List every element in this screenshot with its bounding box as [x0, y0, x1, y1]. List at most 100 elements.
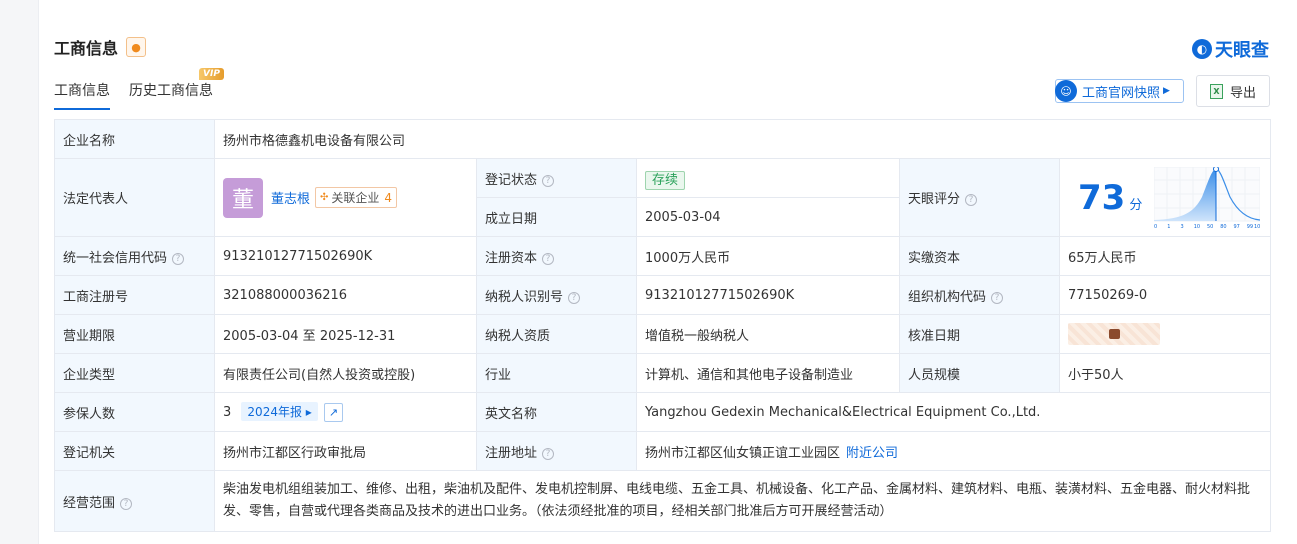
reg-status-key: 登记状态?: [476, 158, 637, 198]
key-label: 登记状态: [485, 172, 538, 188]
table-row: 经营范围? 柴油发电机组组装加工、维修、出租，柴油机及配件、发电机控制屏、电线电…: [54, 470, 1272, 532]
help-icon[interactable]: ?: [542, 447, 555, 460]
bell-icon[interactable]: ●: [126, 37, 147, 57]
score-unit: 分: [1129, 198, 1143, 213]
assoc-count: 4: [384, 190, 393, 205]
insured-value: 3 2024年报 ▸ ↗: [214, 392, 477, 432]
tick-label: 3: [1181, 224, 1184, 229]
snapshot-label: 工商官网快照: [1082, 85, 1161, 101]
industry-value: 计算机、通信和其他电子设备制造业: [636, 353, 900, 393]
key-label: 注册地址: [485, 445, 538, 461]
legal-rep-name-link[interactable]: 董志根: [271, 188, 310, 207]
table-row: 登记机关 扬州市江都区行政审批局 注册地址? 扬州市江都区仙女镇正谊工业园区 附近…: [54, 431, 1272, 471]
key-label: 天眼评分: [908, 192, 961, 207]
business-info-table: 企业名称 扬州市格德鑫机电设备有限公司 法定代表人 董 董志根 ✣ 关联企业 4…: [54, 119, 1272, 532]
company-type-key: 企业类型: [54, 353, 215, 393]
score-value: 73 分 0 1 3 10 50 80 97 99100: [1058, 158, 1272, 237]
brand-name: 天眼查: [1215, 40, 1269, 61]
tick-label: 100: [1254, 224, 1260, 229]
tick-label: 99: [1247, 224, 1253, 229]
help-icon[interactable]: ?: [120, 497, 133, 510]
key-label: 统一社会信用代码: [63, 250, 168, 266]
lock-icon: [1108, 329, 1120, 339]
score-marker: [1213, 166, 1220, 172]
nearby-companies-link[interactable]: 附近公司: [846, 446, 898, 461]
export-button[interactable]: X 导出: [1196, 75, 1270, 107]
excel-icon: X: [1209, 83, 1223, 99]
tax-qual-value: 增值税一般纳税人: [636, 314, 900, 354]
reg-no-key: 工商注册号: [54, 275, 215, 315]
vip-badge: VIP: [199, 68, 224, 80]
table-row: 企业名称 扬州市格德鑫机电设备有限公司: [54, 119, 1272, 159]
trend-chart-icon[interactable]: ↗: [323, 403, 343, 422]
caret-right-icon: ▶: [1163, 86, 1170, 96]
reg-status-value: 存续: [636, 158, 900, 198]
staff-size-key: 人员规模: [899, 353, 1060, 393]
score-number: 73: [1078, 177, 1126, 218]
tab-label: 工商信息: [54, 83, 110, 99]
english-name-value: Yangzhou Gedexin Mechanical&Electrical E…: [635, 392, 1272, 432]
insured-count: 3: [223, 405, 232, 420]
industry-key: 行业: [476, 353, 637, 393]
key-label: 组织机构代码: [908, 289, 987, 305]
link-icon: ✣: [320, 192, 329, 203]
annual-report-link[interactable]: 2024年报 ▸: [241, 402, 318, 421]
user-icon: ☺: [1055, 80, 1077, 102]
authority-value: 扬州市江都区行政审批局: [214, 431, 477, 471]
table-row: 参保人数 3 2024年报 ▸ ↗ 英文名称 Yangzhou Gedexin …: [54, 392, 1272, 432]
org-code-key: 组织机构代码?: [899, 275, 1060, 315]
official-snapshot-button[interactable]: ☺ 工商官网快照 ▶: [1055, 79, 1184, 103]
tick-labels: 0 1 3 10 50 80 97 99100: [1154, 224, 1260, 229]
approve-date-key: 核准日期: [899, 314, 1060, 354]
help-icon[interactable]: ?: [991, 291, 1004, 304]
table-row: 法定代表人 董 董志根 ✣ 关联企业 4 登记状态? 存续 天眼评分? 73 分…: [54, 158, 1272, 237]
eye-icon: ◐: [1192, 39, 1212, 59]
scope-key: 经营范围?: [54, 470, 215, 532]
help-icon[interactable]: ?: [965, 194, 978, 206]
tax-qual-key: 纳税人资质: [476, 314, 637, 354]
staff-size-value: 小于50人: [1058, 353, 1272, 393]
authority-key: 登记机关: [54, 431, 215, 471]
term-key: 营业期限: [54, 314, 215, 354]
score-key: 天眼评分?: [899, 158, 1060, 237]
help-icon[interactable]: ?: [542, 174, 555, 187]
locked-value[interactable]: [1068, 323, 1160, 345]
tab-bar: 工商信息 历史工商信息 VIP: [54, 68, 232, 110]
table-row: 企业类型 有限责任公司(自然人投资或控股) 行业 计算机、通信和其他电子设备制造…: [54, 353, 1272, 393]
key-label: 纳税人识别号: [485, 289, 564, 305]
help-icon[interactable]: ?: [568, 291, 581, 304]
related-companies-badge[interactable]: ✣ 关联企业 4: [315, 187, 398, 208]
tick-label: 50: [1207, 224, 1213, 229]
tab-label: 历史工商信息: [129, 83, 213, 99]
help-icon[interactable]: ?: [172, 252, 185, 265]
reg-no-value: 321088000036216: [214, 275, 477, 315]
address-value: 扬州市江都区仙女镇正谊工业园区 附近公司: [635, 431, 1272, 471]
tab-history-info[interactable]: 历史工商信息 VIP: [129, 68, 224, 110]
business-info-card: 工商信息 ● ◐ 天眼查 工商信息 历史工商信息 VIP ☺ 工商官网快照 ▶ …: [38, 0, 1297, 544]
section-title: 工商信息: [54, 39, 119, 58]
term-value: 2005-03-04 至 2025-12-31: [214, 314, 477, 354]
table-row: 统一社会信用代码? 91321012771502690K 注册资本? 1000万…: [54, 236, 1272, 276]
avatar[interactable]: 董: [223, 177, 263, 218]
credit-code-key: 统一社会信用代码?: [54, 236, 215, 276]
key-label: 注册资本: [485, 250, 538, 266]
tick-label: 80: [1221, 224, 1227, 229]
legal-rep-value: 董 董志根 ✣ 关联企业 4: [214, 158, 477, 237]
tick-label: 10: [1194, 224, 1200, 229]
scope-value: 柴油发电机组组装加工、维修、出租，柴油机及配件、发电机控制屏、电线电缆、五金工具…: [213, 470, 1272, 532]
found-date-key: 成立日期: [476, 197, 637, 237]
report-label: 2024年报: [247, 405, 302, 419]
status-badge: 存续: [645, 170, 686, 190]
tick-label: 0: [1154, 224, 1157, 229]
table-row: 工商注册号 321088000036216 纳税人识别号? 9132101277…: [54, 275, 1272, 315]
taxpayer-id-key: 纳税人识别号?: [476, 275, 637, 315]
brand-logo: ◐ 天眼查: [1192, 36, 1269, 62]
section-header: 工商信息 ●: [54, 35, 147, 59]
address-text: 扬州市江都区仙女镇正谊工业园区: [645, 445, 841, 461]
export-label: 导出: [1229, 85, 1256, 101]
paid-capital-value: 65万人民币: [1058, 236, 1272, 276]
english-name-key: 英文名称: [476, 392, 637, 432]
tab-business-info[interactable]: 工商信息: [54, 80, 110, 110]
found-date-value: 2005-03-04: [636, 197, 900, 237]
help-icon[interactable]: ?: [542, 252, 555, 265]
